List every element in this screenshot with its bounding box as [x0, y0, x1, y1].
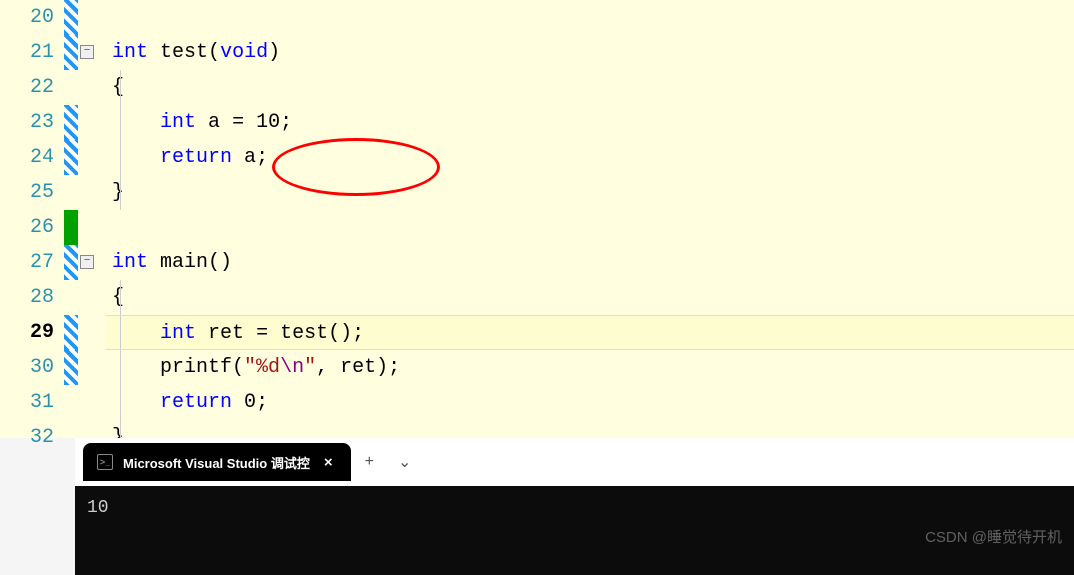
- change-bar-segment: [64, 70, 78, 105]
- change-bar-segment: [64, 105, 78, 140]
- token-type: int: [112, 251, 148, 274]
- code-area[interactable]: int test(void){ int a = 10; return a;}in…: [106, 0, 1074, 438]
- line-number-gutter: 20212223242526272829303132: [0, 0, 64, 438]
- change-bar-segment: [64, 245, 78, 280]
- token-punct: ;: [256, 391, 268, 414]
- line-number: 29: [0, 315, 54, 350]
- token-type: int: [160, 111, 196, 134]
- terminal-icon: >_: [97, 454, 113, 470]
- token-punct: ;: [280, 111, 292, 134]
- line-number: 32: [0, 420, 54, 455]
- change-indicator-bar: [64, 0, 78, 438]
- change-bar-segment: [64, 0, 78, 35]
- change-bar-segment: [64, 315, 78, 350]
- fold-toggle[interactable]: −: [80, 45, 94, 59]
- terminal-panel: >_ Microsoft Visual Studio 调试控 × + ⌄ 10: [75, 438, 1074, 575]
- tab-dropdown-button[interactable]: ⌄: [388, 446, 421, 478]
- token-ident: main: [160, 251, 208, 274]
- code-line[interactable]: printf("%d\n", ret);: [106, 350, 1074, 385]
- token-punct: );: [376, 356, 400, 379]
- code-line[interactable]: int a = 10;: [106, 105, 1074, 140]
- token-str: ": [304, 356, 316, 379]
- code-line[interactable]: {: [106, 70, 1074, 105]
- line-number: 21: [0, 35, 54, 70]
- close-icon[interactable]: ×: [320, 452, 337, 473]
- token-kw: return: [160, 146, 232, 169]
- token-punct: =: [232, 111, 244, 134]
- token-ident: a: [208, 111, 220, 134]
- code-line[interactable]: {: [106, 280, 1074, 315]
- token-kw: return: [160, 391, 232, 414]
- token-ident: 10: [256, 111, 280, 134]
- code-line[interactable]: return 0;: [106, 385, 1074, 420]
- code-line[interactable]: int main(): [106, 245, 1074, 280]
- token-ident: a: [244, 146, 256, 169]
- line-number: 26: [0, 210, 54, 245]
- change-bar-segment: [64, 140, 78, 175]
- token-punct: ();: [328, 322, 364, 345]
- token-str: "%d: [244, 356, 280, 379]
- line-number: 27: [0, 245, 54, 280]
- token-ident: test: [160, 41, 208, 64]
- code-line[interactable]: [106, 0, 1074, 35]
- line-number: 31: [0, 385, 54, 420]
- code-line[interactable]: int ret = test();: [106, 315, 1074, 350]
- token-ident: ret: [340, 356, 376, 379]
- change-bar-segment: [64, 210, 78, 245]
- token-punct: }: [112, 181, 124, 204]
- token-punct: (): [208, 251, 232, 274]
- line-number: 23: [0, 105, 54, 140]
- change-bar-segment: [64, 175, 78, 210]
- token-punct: (: [208, 41, 220, 64]
- token-ident: test: [280, 322, 328, 345]
- terminal-tab-title: Microsoft Visual Studio 调试控: [123, 453, 310, 472]
- line-number: 28: [0, 280, 54, 315]
- code-line[interactable]: int test(void): [106, 35, 1074, 70]
- fold-toggle[interactable]: −: [80, 255, 94, 269]
- token-type: int: [112, 41, 148, 64]
- change-bar-segment: [64, 350, 78, 385]
- terminal-tab-active[interactable]: >_ Microsoft Visual Studio 调试控 ×: [83, 443, 351, 481]
- line-number: 24: [0, 140, 54, 175]
- token-punct: ;: [256, 146, 268, 169]
- code-editor[interactable]: 20212223242526272829303132 −− int test(v…: [0, 0, 1074, 438]
- code-line[interactable]: return a;: [106, 140, 1074, 175]
- token-punct: ): [268, 41, 280, 64]
- token-ident: ret: [208, 322, 244, 345]
- token-punct: {: [112, 76, 124, 99]
- new-tab-button[interactable]: +: [355, 447, 384, 477]
- token-ident: 0: [244, 391, 256, 414]
- token-punct: {: [112, 286, 124, 309]
- change-bar-segment: [64, 385, 78, 420]
- token-esc: \n: [280, 356, 304, 379]
- line-number: 30: [0, 350, 54, 385]
- token-punct: (: [232, 356, 244, 379]
- token-type: void: [220, 41, 268, 64]
- change-bar-segment: [64, 35, 78, 70]
- token-ident: printf: [160, 356, 232, 379]
- change-bar-segment: [64, 280, 78, 315]
- token-punct: =: [256, 322, 268, 345]
- token-punct: ,: [316, 356, 340, 379]
- terminal-tab-bar: >_ Microsoft Visual Studio 调试控 × + ⌄: [75, 438, 1074, 486]
- line-number: 20: [0, 0, 54, 35]
- line-number: 22: [0, 70, 54, 105]
- watermark: CSDN @睡觉待开机: [925, 526, 1062, 547]
- code-line[interactable]: [106, 210, 1074, 245]
- terminal-output-text: 10: [87, 498, 109, 518]
- fold-column: −−: [78, 0, 106, 438]
- line-number: 25: [0, 175, 54, 210]
- code-line[interactable]: }: [106, 175, 1074, 210]
- token-type: int: [160, 322, 196, 345]
